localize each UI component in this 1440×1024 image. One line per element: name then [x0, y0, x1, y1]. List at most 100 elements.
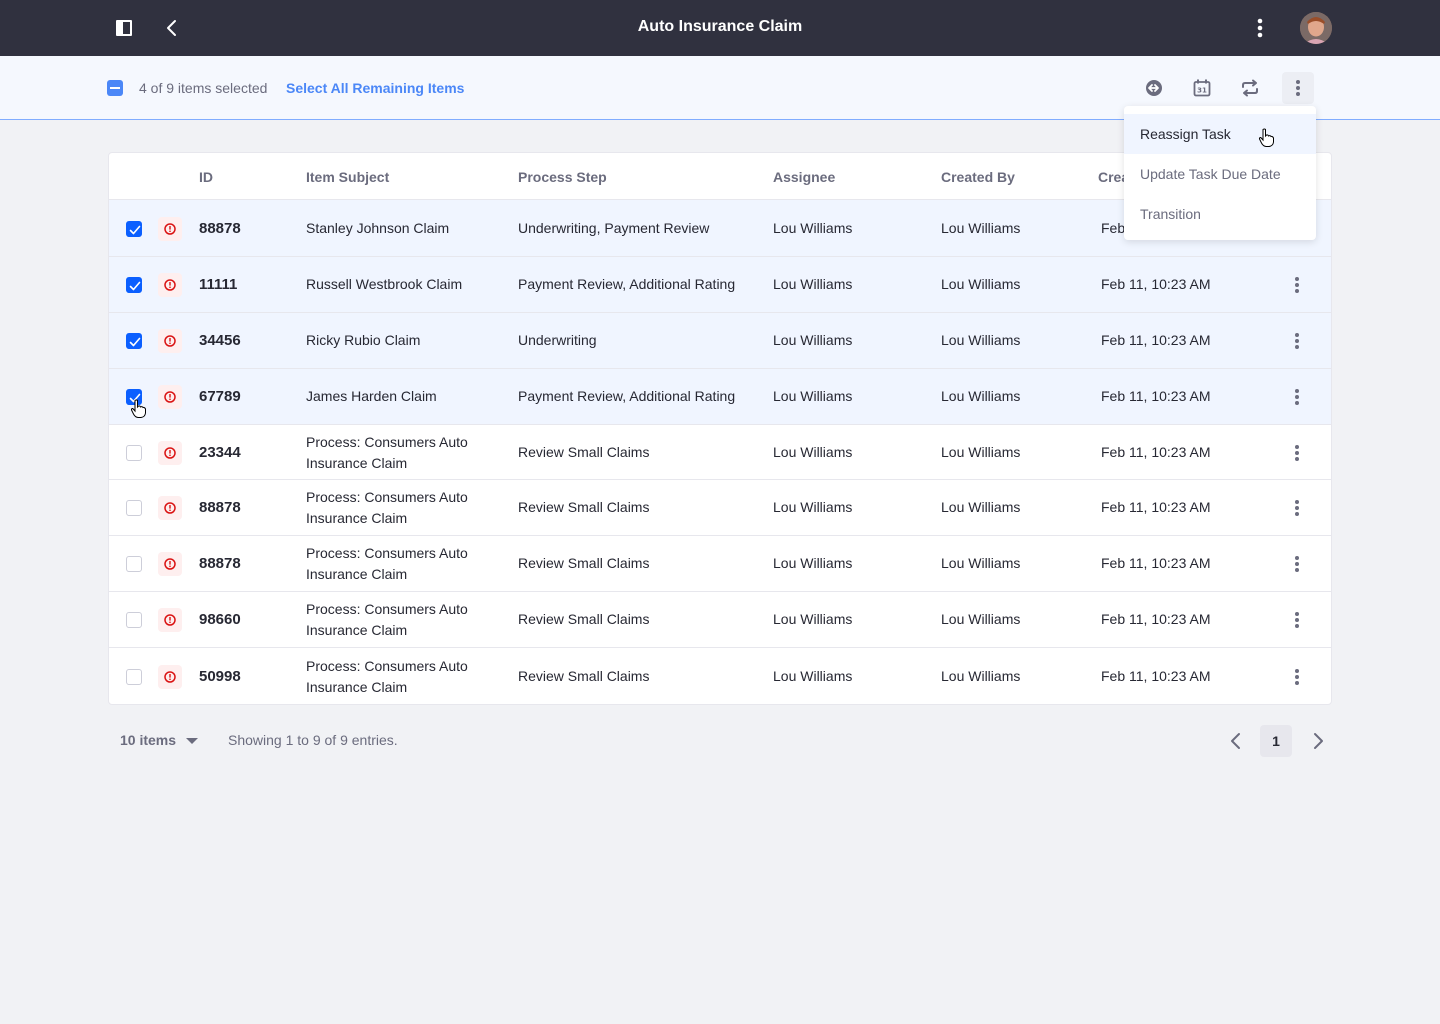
created-by: Lou Williams — [941, 220, 1021, 236]
column-header-created-by[interactable]: Created By — [941, 169, 1015, 185]
exclamation-circle-icon — [164, 614, 176, 626]
assignee: Lou Williams — [773, 388, 853, 404]
item-id[interactable]: 50998 — [199, 666, 241, 687]
reassign-button[interactable] — [1138, 72, 1170, 104]
menu-item-reassign-task[interactable]: Reassign Task — [1124, 114, 1316, 154]
item-subject-line: Process: Consumers Auto — [306, 601, 468, 617]
assignee: Lou Williams — [773, 555, 853, 571]
table-row[interactable]: 88878 Process: Consumers Auto Insurance Cl… — [109, 480, 1331, 536]
transition-icon — [1242, 79, 1258, 97]
exclamation-circle-icon — [164, 558, 176, 570]
created-date: Feb 11, 10:23 AM — [1101, 332, 1211, 348]
row-actions-kebab-icon[interactable] — [1289, 331, 1305, 351]
checkmark-icon — [129, 281, 141, 291]
row-actions-kebab-icon[interactable] — [1289, 667, 1305, 687]
created-by: Lou Williams — [941, 332, 1021, 348]
select-all-checkbox[interactable] — [107, 80, 123, 96]
column-header-process-step[interactable]: Process Step — [518, 169, 607, 185]
column-header-item-subject[interactable]: Item Subject — [306, 169, 389, 185]
alert-badge — [158, 496, 182, 520]
row-actions-kebab-icon[interactable] — [1289, 387, 1305, 407]
item-subject-line: Insurance Claim — [306, 510, 408, 526]
column-header-assignee[interactable]: Assignee — [773, 169, 835, 185]
alert-badge — [158, 665, 182, 689]
item-subject[interactable]: Process: Consumers Auto Insurance Claim — [306, 487, 468, 529]
row-checkbox[interactable] — [126, 669, 142, 685]
item-subject[interactable]: Russell Westbrook Claim — [306, 274, 462, 295]
page-number-button[interactable]: 1 — [1260, 725, 1292, 757]
select-all-remaining-link[interactable]: Select All Remaining Items — [286, 80, 464, 96]
alert-badge — [158, 273, 182, 297]
assignee: Lou Williams — [773, 220, 853, 236]
created-date: Feb 11, 10:23 AM — [1101, 555, 1211, 571]
kebab-menu-icon[interactable] — [1250, 16, 1270, 40]
row-checkbox[interactable] — [126, 500, 142, 516]
item-subject-line: James Harden Claim — [306, 388, 437, 404]
created-date: Feb 11, 10:23 AM — [1101, 444, 1211, 460]
created-by: Lou Williams — [941, 611, 1021, 627]
page-size-dropdown[interactable]: 10 items — [120, 732, 199, 748]
table-row[interactable]: 98660 Process: Consumers Auto Insurance Cl… — [109, 592, 1331, 648]
item-id[interactable]: 88878 — [199, 218, 241, 239]
row-checkbox[interactable] — [126, 221, 142, 237]
row-actions-kebab-icon[interactable] — [1289, 498, 1305, 518]
row-checkbox[interactable] — [126, 389, 142, 405]
row-actions-kebab-icon[interactable] — [1289, 275, 1305, 295]
row-actions-kebab-icon[interactable] — [1289, 610, 1305, 630]
row-checkbox[interactable] — [126, 612, 142, 628]
item-id[interactable]: 88878 — [199, 553, 241, 574]
previous-page-button[interactable] — [1224, 729, 1248, 753]
table-row[interactable]: 67789 James Harden Claim Payment Review, A… — [109, 369, 1331, 425]
exclamation-circle-icon — [164, 671, 176, 683]
next-page-button[interactable] — [1306, 729, 1330, 753]
item-subject-line: Process: Consumers Auto — [306, 545, 468, 561]
item-subject[interactable]: James Harden Claim — [306, 386, 437, 407]
row-checkbox[interactable] — [126, 556, 142, 572]
menu-item-transition[interactable]: Transition — [1124, 194, 1316, 234]
row-checkbox[interactable] — [126, 277, 142, 293]
item-id[interactable]: 67789 — [199, 386, 241, 407]
row-checkbox[interactable] — [126, 445, 142, 461]
created-by: Lou Williams — [941, 668, 1021, 684]
item-subject[interactable]: Process: Consumers Auto Insurance Claim — [306, 656, 468, 698]
selection-count: 4 of 9 items selected — [139, 80, 268, 96]
more-actions-button[interactable] — [1282, 72, 1314, 104]
row-actions-kebab-icon[interactable] — [1289, 554, 1305, 574]
exclamation-circle-icon — [164, 391, 176, 403]
item-subject-line: Insurance Claim — [306, 679, 408, 695]
assignee: Lou Williams — [773, 276, 853, 292]
column-header-id[interactable]: ID — [199, 169, 213, 185]
created-by: Lou Williams — [941, 444, 1021, 460]
table-row[interactable]: 11111 Russell Westbrook Claim Payment Revi… — [109, 257, 1331, 313]
transition-button[interactable] — [1234, 72, 1266, 104]
process-step: Review Small Claims — [518, 668, 650, 684]
created-date: Feb 11, 10:23 AM — [1101, 611, 1211, 627]
menu-item-update-task-due-date[interactable]: Update Task Due Date — [1124, 154, 1316, 194]
checkmark-icon — [129, 337, 141, 347]
update-due-date-button[interactable]: 31 — [1186, 72, 1218, 104]
table-row[interactable]: 34456 Ricky Rubio Claim Underwriting Lou Wi… — [109, 313, 1331, 369]
user-avatar[interactable] — [1300, 12, 1332, 44]
item-id[interactable]: 11111 — [199, 274, 237, 295]
item-id[interactable]: 88878 — [199, 497, 241, 518]
row-actions-kebab-icon[interactable] — [1289, 443, 1305, 463]
created-by: Lou Williams — [941, 499, 1021, 515]
item-subject[interactable]: Process: Consumers Auto Insurance Claim — [306, 599, 468, 641]
item-subject[interactable]: Stanley Johnson Claim — [306, 218, 449, 239]
table-row[interactable]: 50998 Process: Consumers Auto Insurance Cl… — [109, 648, 1331, 704]
exclamation-circle-icon — [164, 279, 176, 291]
row-checkbox[interactable] — [126, 333, 142, 349]
assignee: Lou Williams — [773, 444, 853, 460]
assignee: Lou Williams — [773, 611, 853, 627]
calendar-due-date-icon: 31 — [1193, 79, 1211, 97]
table-row[interactable]: 23344 Process: Consumers Auto Insurance Cl… — [109, 425, 1331, 480]
alert-badge — [158, 217, 182, 241]
table-row[interactable]: 88878 Process: Consumers Auto Insurance Cl… — [109, 536, 1331, 592]
item-id[interactable]: 98660 — [199, 609, 241, 630]
item-subject[interactable]: Process: Consumers Auto Insurance Claim — [306, 543, 468, 585]
process-step: Payment Review, Additional Rating — [518, 276, 736, 292]
item-id[interactable]: 23344 — [199, 442, 241, 463]
item-subject[interactable]: Ricky Rubio Claim — [306, 330, 420, 351]
item-id[interactable]: 34456 — [199, 330, 241, 351]
item-subject[interactable]: Process: Consumers Auto Insurance Claim — [306, 432, 468, 474]
